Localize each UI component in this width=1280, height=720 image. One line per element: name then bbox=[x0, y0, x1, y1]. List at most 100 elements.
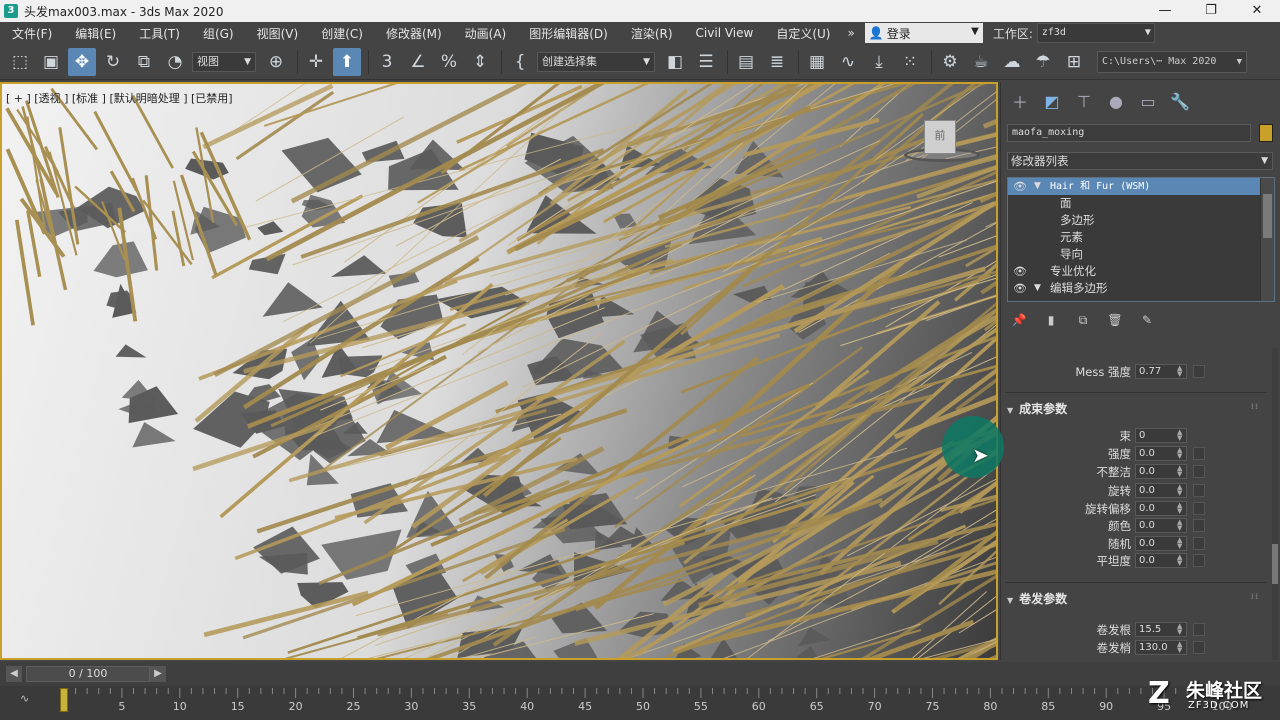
maximize-button[interactable]: ❐ bbox=[1188, 0, 1234, 22]
render-setup-icon[interactable]: ⚙ bbox=[936, 48, 964, 76]
hierarchy-tab-icon[interactable]: ⊤ bbox=[1069, 90, 1099, 112]
time-slider-thumb[interactable]: 0 / 100 bbox=[26, 666, 150, 682]
spinner-snap-icon[interactable]: ⇕ bbox=[466, 48, 494, 76]
percent-snap-icon[interactable]: % bbox=[435, 48, 463, 76]
select-object-icon[interactable]: ⬚ bbox=[6, 48, 34, 76]
menu-file[interactable]: 文件(F) bbox=[0, 25, 63, 42]
param-key-button[interactable] bbox=[1193, 623, 1205, 636]
collapse-triangle-icon[interactable]: ▼ bbox=[1034, 280, 1041, 297]
menu-civil-view[interactable]: Civil View bbox=[684, 26, 765, 40]
minimize-button[interactable]: — bbox=[1142, 0, 1188, 22]
align-icon[interactable]: ☰ bbox=[692, 48, 720, 76]
previous-frame-button[interactable]: ◀ bbox=[6, 666, 22, 682]
stack-subitem-polygon[interactable]: 多边形 bbox=[1008, 212, 1274, 229]
scrollbar-thumb[interactable] bbox=[1272, 544, 1278, 584]
stack-subitem-guides[interactable]: 导向 bbox=[1008, 246, 1274, 263]
perspective-viewport[interactable]: [ + ] [透视 ] [标准 ] [默认明暗处理 ] [已禁用] 前 z y … bbox=[0, 82, 998, 660]
param-key-button[interactable] bbox=[1193, 465, 1205, 478]
param-key-button[interactable] bbox=[1193, 537, 1205, 550]
motion-tab-icon[interactable]: ● bbox=[1101, 90, 1131, 112]
menu-edit[interactable]: 编辑(E) bbox=[63, 25, 127, 42]
make-unique-icon[interactable]: ⧉ bbox=[1071, 310, 1095, 330]
viewcube[interactable]: 前 bbox=[904, 120, 980, 164]
schematic-view-icon[interactable]: ⤓ bbox=[865, 48, 893, 76]
spinner-arrows-icon[interactable]: ▲ ▼ bbox=[1177, 554, 1182, 567]
stack-item-edit-poly[interactable]: 👁 ▼ 编辑多边形 bbox=[1008, 280, 1274, 297]
object-color-swatch[interactable] bbox=[1259, 124, 1273, 142]
rollout-header-curl[interactable]: ▼ 卷发参数 ⁞⁞ bbox=[1007, 590, 1265, 612]
close-button[interactable]: ✕ bbox=[1234, 0, 1280, 22]
object-name-field[interactable]: maofa_moxing bbox=[1007, 124, 1251, 142]
snaps-toggle-icon[interactable]: 3 bbox=[373, 48, 401, 76]
edit-named-selection-icon[interactable]: { bbox=[506, 48, 534, 76]
project-folder-path[interactable]: C:\Users\⋯ Max 2020 ▼ bbox=[1097, 50, 1247, 73]
spinner-arrows-icon[interactable]: ▲ ▼ bbox=[1177, 623, 1182, 636]
spinner-arrows-icon[interactable]: ▲ ▼ bbox=[1177, 429, 1182, 442]
login-dropdown[interactable]: 👤 登录 ▼ bbox=[864, 23, 983, 43]
keyboard-shortcut-override-icon[interactable]: ⬆ bbox=[333, 47, 361, 76]
open-mini-curve-editor-icon[interactable]: ∿ bbox=[20, 692, 44, 710]
menu-customize[interactable]: 自定义(U) bbox=[764, 25, 841, 42]
manipulate-icon[interactable]: ✛ bbox=[302, 48, 330, 76]
workspace-select[interactable]: zf3d ▼ bbox=[1036, 23, 1155, 43]
stack-scrollbar[interactable] bbox=[1260, 178, 1274, 301]
select-place-icon[interactable]: ◔ bbox=[161, 48, 189, 76]
mirror-icon[interactable]: ◧ bbox=[661, 48, 689, 76]
material-editor-icon[interactable]: ⁙ bbox=[896, 48, 924, 76]
menu-overflow-button[interactable]: » bbox=[841, 26, 860, 40]
select-scale-icon[interactable]: ⧉ bbox=[130, 48, 158, 76]
param-key-button[interactable] bbox=[1193, 554, 1205, 567]
stack-item-pro-optimizer[interactable]: 👁 专业优化 bbox=[1008, 263, 1274, 280]
utilities-tab-icon[interactable]: 🔧 bbox=[1165, 90, 1195, 112]
param-key-button[interactable] bbox=[1193, 502, 1205, 515]
select-rotate-icon[interactable]: ↻ bbox=[99, 48, 127, 76]
current-frame-marker[interactable] bbox=[60, 688, 68, 712]
reference-coordinate-select[interactable]: 视图 ▼ bbox=[192, 51, 256, 72]
create-tab-icon[interactable]: ＋ bbox=[1005, 90, 1035, 112]
angle-snap-icon[interactable]: ∠ bbox=[404, 48, 432, 76]
param-key-button[interactable] bbox=[1193, 484, 1205, 497]
viewport-label-menu[interactable]: [ + ] [透视 ] [标准 ] [默认明暗处理 ] [已禁用] bbox=[6, 90, 233, 106]
pivot-center-icon[interactable]: ⊕ bbox=[262, 48, 290, 76]
param-key-button[interactable] bbox=[1193, 365, 1205, 378]
spinner-arrows-icon[interactable]: ▲ ▼ bbox=[1177, 365, 1182, 378]
pin-stack-icon[interactable]: 📌 bbox=[1007, 310, 1031, 330]
rendered-frame-window-icon[interactable]: ☕ bbox=[967, 48, 995, 76]
next-frame-button[interactable]: ▶ bbox=[150, 666, 166, 682]
curve-editor-icon[interactable]: ∿ bbox=[834, 48, 862, 76]
render-production-icon[interactable]: ☁ bbox=[998, 48, 1026, 76]
parameters-scrollbar[interactable] bbox=[1272, 348, 1278, 660]
stack-item-hair-and-fur[interactable]: 👁 ▼ Hair 和 Fur (WSM) bbox=[1008, 178, 1274, 195]
configure-modifier-sets-icon[interactable]: ✎ bbox=[1135, 310, 1159, 330]
named-selection-set-select[interactable]: 创建选择集 ▼ bbox=[537, 51, 655, 72]
menu-tools[interactable]: 工具(T) bbox=[127, 25, 191, 42]
eye-icon[interactable]: 👁 bbox=[1013, 178, 1027, 195]
spinner-arrows-icon[interactable]: ▲ ▼ bbox=[1177, 537, 1182, 550]
toggle-ribbon-icon[interactable]: ▦ bbox=[803, 48, 831, 76]
display-tab-icon[interactable]: ▭ bbox=[1133, 90, 1163, 112]
param-key-button[interactable] bbox=[1193, 447, 1205, 460]
spinner-arrows-icon[interactable]: ▲ ▼ bbox=[1177, 519, 1182, 532]
rollout-header-frizz[interactable]: ▼ 成束参数 ⁞⁞ bbox=[1007, 400, 1265, 422]
param-key-button[interactable] bbox=[1193, 641, 1205, 654]
collapse-triangle-icon[interactable]: ▼ bbox=[1034, 178, 1041, 195]
select-move-icon[interactable]: ✥ bbox=[68, 47, 96, 76]
render-in-cloud-icon[interactable]: ☂ bbox=[1029, 48, 1057, 76]
remove-modifier-icon[interactable]: 🗑 bbox=[1103, 310, 1127, 330]
a360-gallery-icon[interactable]: ⊞ bbox=[1060, 48, 1088, 76]
layer-explorer-icon[interactable]: ≣ bbox=[763, 48, 791, 76]
menu-view[interactable]: 视图(V) bbox=[245, 25, 310, 42]
modifier-list-dropdown[interactable]: 修改器列表 ▼ bbox=[1007, 152, 1273, 170]
spinner-arrows-icon[interactable]: ▲ ▼ bbox=[1177, 502, 1182, 515]
spinner-arrows-icon[interactable]: ▲ ▼ bbox=[1177, 447, 1182, 460]
spinner-arrows-icon[interactable]: ▲ ▼ bbox=[1177, 465, 1182, 478]
menu-animation[interactable]: 动画(A) bbox=[453, 25, 518, 42]
show-end-result-icon[interactable]: ▮ bbox=[1039, 310, 1063, 330]
param-key-button[interactable] bbox=[1193, 519, 1205, 532]
menu-create[interactable]: 创建(C) bbox=[309, 25, 374, 42]
menu-graph-editors[interactable]: 图形编辑器(D) bbox=[517, 25, 619, 42]
stack-subitem-face[interactable]: 面 bbox=[1008, 195, 1274, 212]
scene-explorer-icon[interactable]: ▤ bbox=[732, 48, 760, 76]
select-region-icon[interactable]: ▣ bbox=[37, 48, 65, 76]
scrollbar-thumb[interactable] bbox=[1263, 194, 1272, 238]
